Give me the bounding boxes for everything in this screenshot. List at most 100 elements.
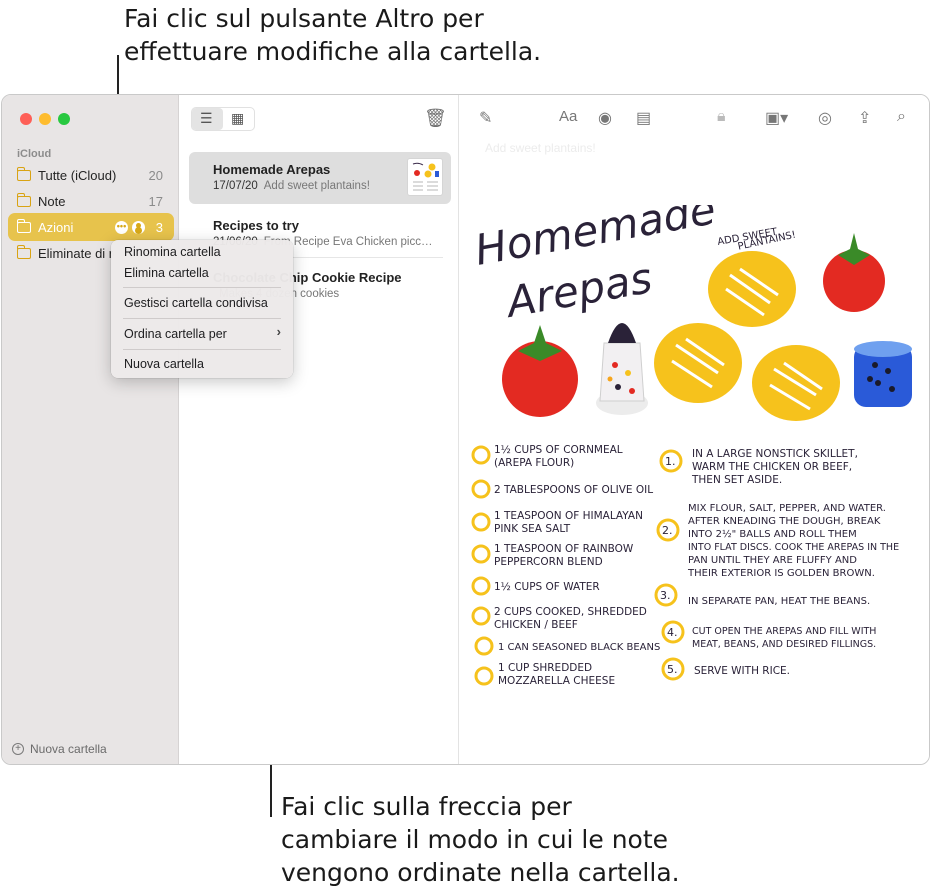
lock-icon[interactable]: 🔒︎ xyxy=(717,108,726,126)
sidebar-item-recently-deleted[interactable]: Eliminate di recente xyxy=(10,241,114,265)
menu-item-rename-folder[interactable]: Rinomina cartella xyxy=(124,245,221,259)
format-text-icon[interactable]: Aa xyxy=(559,108,577,125)
step-list: IN A LARGE NONSTICK SKILLET, WARM THE CH… xyxy=(687,448,899,677)
checklist-icon[interactable]: ◉ xyxy=(598,108,612,128)
media-icon[interactable]: ▣▾ xyxy=(765,108,788,128)
step-text: MEAT, BEANS, AND DESIRED FILLINGS. xyxy=(692,639,876,650)
menu-separator xyxy=(123,349,281,350)
folder-label: Tutte (iCloud) xyxy=(38,167,117,183)
notes-window: iCloud Tutte (iCloud) 20 Note 17 Azioni … xyxy=(1,94,930,765)
step-number: 4. xyxy=(667,626,678,639)
recipe-drawing: Homemade Arepas ADD SWEET PLANTAINS! 1½ … xyxy=(471,205,912,687)
menu-item-new-folder[interactable]: Nuova cartella xyxy=(124,357,204,371)
callout-line: vengono ordinate nella cartella. xyxy=(281,858,680,887)
folder-count: 3 xyxy=(155,219,163,235)
menu-separator xyxy=(123,318,281,319)
ingredient-text: PINK SEA SALT xyxy=(494,523,571,535)
arepa-illustration xyxy=(708,251,796,327)
step-text: IN SEPARATE PAN, HEAT THE BEANS. xyxy=(688,596,870,607)
chevron-right-icon[interactable]: › xyxy=(277,324,281,339)
ingredient-text: (AREPA FLOUR) xyxy=(494,457,574,469)
folder-context-menu: Rinomina cartella Elimina cartella Gesti… xyxy=(111,240,293,378)
minimize-window-button[interactable] xyxy=(39,113,51,125)
note-ghost-text: Add sweet plantains! xyxy=(485,141,596,155)
step-text: INTO FLAT DISCS. COOK THE AREPAS IN THE xyxy=(688,542,899,553)
ingredient-text: CHICKEN / BEEF xyxy=(494,619,578,631)
tomato-illustration xyxy=(823,233,885,312)
folder-label: Eliminate di recente xyxy=(38,245,114,261)
note-editor[interactable]: ✎ Aa ◉ ▤ 🔒︎ ▣▾ ◎ ⇪ ⌕ Add sweet plantains… xyxy=(460,95,929,764)
menu-item-manage-shared-folder[interactable]: Gestisci cartella condivisa xyxy=(124,296,268,310)
black-beans-can-illustration xyxy=(854,341,912,407)
folder-count: 17 xyxy=(148,193,163,209)
view-switcher[interactable]: ☰ ▦ xyxy=(191,107,255,131)
step-number: 1. xyxy=(665,455,676,468)
step-text: AFTER KNEADING THE DOUGH, BREAK xyxy=(688,516,881,527)
sidebar-section-icloud: iCloud xyxy=(17,148,52,160)
share-icon[interactable]: ⇪ xyxy=(858,108,871,128)
ingredient-text: 1 CUP SHREDDED xyxy=(498,662,592,674)
note-list: ☰ ▦ 🗑 Homemade Arepas 17/07/20 Add sweet … xyxy=(180,95,459,764)
sidebar-item-note[interactable]: Note 17 xyxy=(10,189,172,213)
ingredient-text: MOZZARELLA CHEESE xyxy=(498,675,615,687)
ingredient-list: 1½ CUPS OF CORNMEAL (AREPA FLOUR) 2 TABL… xyxy=(494,444,660,687)
folder-label: Note xyxy=(38,193,66,209)
list-view-icon[interactable]: ☰ xyxy=(200,110,213,127)
note-thumbnail xyxy=(407,158,443,196)
ingredient-text: 1 TEASPOON OF RAINBOW xyxy=(494,543,634,555)
ingredient-text: 2 TABLESPOONS OF OLIVE OIL xyxy=(494,484,653,496)
callout-line: Fai clic sul pulsante Altro per xyxy=(124,4,484,33)
arepa-illustration xyxy=(654,323,742,403)
table-icon[interactable]: ▤ xyxy=(636,108,651,128)
note-preview: Add sweet plantains! xyxy=(263,180,370,192)
new-folder-button[interactable]: + Nuova cartella xyxy=(12,742,107,756)
step-text: WARM THE CHICKEN OR BEEF, xyxy=(692,461,852,473)
step-text: PAN UNTIL THEY ARE FLUFFY AND xyxy=(688,555,857,566)
callout-line: Fai clic sulla freccia per xyxy=(281,792,572,821)
sidebar: iCloud Tutte (iCloud) 20 Note 17 Azioni … xyxy=(2,95,179,764)
callout-sort-arrow: Fai clic sulla freccia per cambiare il m… xyxy=(281,790,680,889)
step-text: SERVE WITH RICE. xyxy=(694,665,790,677)
folder-icon xyxy=(16,244,31,259)
plus-circle-icon: + xyxy=(12,743,24,755)
step-text: THEIR EXTERIOR IS GOLDEN BROWN. xyxy=(687,568,875,579)
zoom-window-button[interactable] xyxy=(58,113,70,125)
ingredient-text: 1½ CUPS OF WATER xyxy=(494,581,600,593)
ingredient-text: 1½ CUPS OF CORNMEAL xyxy=(494,444,623,456)
sidebar-item-azioni[interactable]: Azioni ••• 3 xyxy=(10,215,172,239)
gallery-view-icon[interactable]: ▦ xyxy=(231,110,244,127)
ingredient-text: PEPPERCORN BLEND xyxy=(494,556,603,568)
step-number: 2. xyxy=(662,524,673,537)
ingredient-text: 2 CUPS COOKED, SHREDDED xyxy=(494,606,647,618)
step-text: MIX FLOUR, SALT, PEPPER, AND WATER. xyxy=(688,503,886,514)
ingredient-text: 1 CAN SEASONED BLACK BEANS xyxy=(498,642,660,653)
step-text: INTO 2½" BALLS AND ROLL THEM xyxy=(688,528,857,540)
folder-count: 20 xyxy=(148,167,163,183)
compose-icon[interactable]: ✎ xyxy=(479,108,492,128)
ingredient-text: 1 TEASPOON OF HIMALAYAN xyxy=(494,510,643,522)
callout-line: cambiare il modo in cui le note xyxy=(281,825,669,854)
note-title: Recipes to try xyxy=(213,218,299,233)
more-button-icon[interactable]: ••• xyxy=(115,220,128,234)
menu-separator xyxy=(123,287,281,288)
ingredient-bullets xyxy=(471,445,494,686)
trash-icon[interactable]: 🗑 xyxy=(424,108,447,129)
step-text: CUT OPEN THE AREPAS AND FILL WITH xyxy=(692,626,876,637)
note-item[interactable]: Homemade Arepas 17/07/20 Add sweet planta… xyxy=(189,152,451,204)
arepa-illustration xyxy=(752,345,840,421)
search-icon[interactable]: ⌕ xyxy=(897,108,906,126)
shared-folder-icon xyxy=(16,218,31,233)
close-window-button[interactable] xyxy=(20,113,32,125)
step-text: IN A LARGE NONSTICK SKILLET, xyxy=(692,448,858,460)
folder-icon xyxy=(16,192,31,207)
tomato-illustration xyxy=(502,325,578,417)
sidebar-item-all-icloud[interactable]: Tutte (iCloud) 20 xyxy=(10,163,172,187)
collaborate-icon[interactable]: ◎ xyxy=(818,108,832,128)
note-date: 17/07/20 xyxy=(213,180,258,192)
step-number: 3. xyxy=(660,589,671,602)
step-number: 5. xyxy=(667,663,678,676)
menu-item-delete-folder[interactable]: Elimina cartella xyxy=(124,266,209,280)
callout-more-button: Fai clic sul pulsante Altro per effettua… xyxy=(124,2,541,68)
menu-item-sort-folder-by[interactable]: Ordina cartella per xyxy=(124,327,227,341)
folder-label: Azioni xyxy=(38,219,74,235)
